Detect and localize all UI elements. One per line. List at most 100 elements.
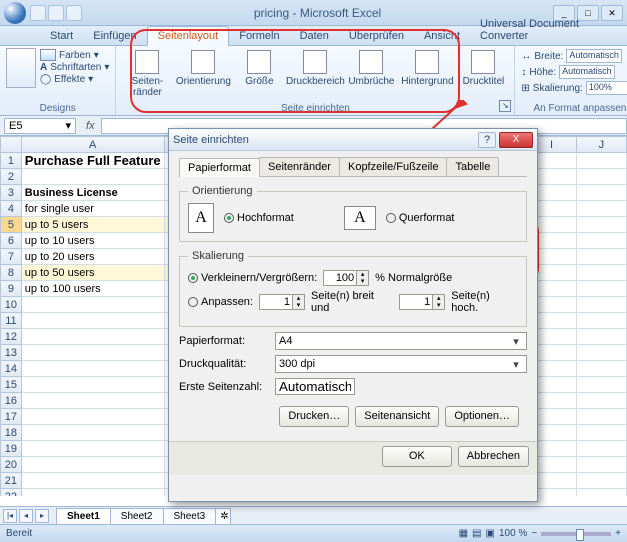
- tab-einfuegen[interactable]: Einfügen: [83, 27, 146, 45]
- row-header[interactable]: 8: [1, 265, 22, 281]
- cell[interactable]: [576, 201, 626, 217]
- tab-ansicht[interactable]: Ansicht: [414, 27, 470, 45]
- tab-seitenlayout[interactable]: Seitenlayout: [147, 26, 230, 46]
- cell[interactable]: [21, 393, 164, 409]
- orientation-button[interactable]: Orientierung: [178, 50, 228, 98]
- width-select[interactable]: Automatisch: [566, 49, 622, 63]
- cell[interactable]: [576, 441, 626, 457]
- view-normal-icon[interactable]: ▦: [459, 528, 468, 539]
- ok-button[interactable]: OK: [382, 446, 452, 467]
- sheet-tab-2[interactable]: Sheet2: [110, 508, 164, 524]
- cell[interactable]: Business License: [21, 185, 164, 201]
- qat-undo-icon[interactable]: [48, 5, 64, 21]
- cancel-button[interactable]: Abbrechen: [458, 446, 529, 467]
- cell[interactable]: up to 10 users: [21, 233, 164, 249]
- chevron-down-icon[interactable]: ▾: [65, 119, 71, 132]
- cell[interactable]: [21, 473, 164, 489]
- name-box[interactable]: E5▾: [4, 118, 76, 134]
- options-button[interactable]: Optionen…: [445, 406, 519, 427]
- zoom-in-button[interactable]: +: [615, 528, 621, 539]
- fx-icon[interactable]: fx: [86, 120, 95, 132]
- tab-nav-prev[interactable]: ◂: [19, 509, 33, 523]
- tab-formeln[interactable]: Formeln: [229, 27, 289, 45]
- cell[interactable]: [576, 313, 626, 329]
- dpi-select[interactable]: 300 dpi▾: [275, 355, 527, 373]
- cell[interactable]: up to 50 users: [21, 265, 164, 281]
- paper-select[interactable]: A4▾: [275, 332, 527, 350]
- fit-width-spin[interactable]: ▴▾: [259, 294, 305, 310]
- qat-save-icon[interactable]: [30, 5, 46, 21]
- tab-nav-next[interactable]: ▸: [35, 509, 49, 523]
- cell[interactable]: [576, 169, 626, 185]
- adjust-to-radio[interactable]: Verkleinern/Vergrößern:: [188, 272, 317, 284]
- fit-height-spin[interactable]: ▴▾: [399, 294, 445, 310]
- print-titles-button[interactable]: Drucktitel: [458, 50, 508, 98]
- col-header[interactable]: A: [21, 137, 164, 153]
- cell[interactable]: [576, 393, 626, 409]
- cell[interactable]: [576, 297, 626, 313]
- cell[interactable]: Purchase Full Feature: [21, 153, 164, 169]
- cell[interactable]: [576, 409, 626, 425]
- tab-start[interactable]: Start: [40, 27, 83, 45]
- fit-to-radio[interactable]: Anpassen:: [188, 296, 253, 308]
- tab-daten[interactable]: Daten: [290, 27, 339, 45]
- sheet-tab-1[interactable]: Sheet1: [56, 508, 111, 524]
- row-header[interactable]: 5: [1, 217, 22, 233]
- cell[interactable]: [21, 377, 164, 393]
- view-layout-icon[interactable]: ▤: [472, 528, 481, 539]
- row-header[interactable]: 15: [1, 377, 22, 393]
- cell[interactable]: [21, 457, 164, 473]
- fit-height-input[interactable]: [399, 294, 433, 310]
- row-header[interactable]: 1: [1, 153, 22, 169]
- zoom-spin[interactable]: ▴▾: [323, 270, 369, 286]
- cell[interactable]: up to 20 users: [21, 249, 164, 265]
- print-area-button[interactable]: Druckbereich: [290, 50, 340, 98]
- cell[interactable]: [21, 297, 164, 313]
- cell[interactable]: [576, 249, 626, 265]
- cell[interactable]: [576, 345, 626, 361]
- cell[interactable]: [21, 329, 164, 345]
- row-header[interactable]: 7: [1, 249, 22, 265]
- row-header[interactable]: 9: [1, 281, 22, 297]
- themes-button[interactable]: [6, 48, 36, 88]
- dlg-tab-kopfzeile[interactable]: Kopfzeile/Fußzeile: [339, 157, 448, 176]
- preview-button[interactable]: Seitenansicht: [355, 406, 439, 427]
- zoom-input[interactable]: [323, 270, 357, 286]
- office-orb[interactable]: [4, 2, 26, 24]
- dialog-close-button[interactable]: X: [499, 132, 533, 148]
- landscape-radio[interactable]: Querformat: [386, 212, 455, 224]
- row-header[interactable]: 17: [1, 409, 22, 425]
- cell[interactable]: [576, 473, 626, 489]
- sheet-tab-3[interactable]: Sheet3: [163, 508, 217, 524]
- print-button[interactable]: Drucken…: [279, 406, 349, 427]
- cell[interactable]: [576, 281, 626, 297]
- dialog-help-button[interactable]: ?: [478, 132, 496, 148]
- cell[interactable]: [21, 489, 164, 497]
- row-header[interactable]: 20: [1, 457, 22, 473]
- col-header[interactable]: J: [576, 137, 626, 153]
- breaks-button[interactable]: Umbrüche: [346, 50, 396, 98]
- dlg-tab-papierformat[interactable]: Papierformat: [179, 158, 260, 177]
- row-header[interactable]: 12: [1, 329, 22, 345]
- height-select[interactable]: Automatisch: [559, 65, 615, 79]
- row-header[interactable]: 4: [1, 201, 22, 217]
- row-header[interactable]: 16: [1, 393, 22, 409]
- cell[interactable]: for single user: [21, 201, 164, 217]
- cell[interactable]: [21, 441, 164, 457]
- effects-menu[interactable]: ◯Effekte ▾: [40, 74, 109, 85]
- fonts-menu[interactable]: ASchriftarten ▾: [40, 62, 109, 73]
- view-break-icon[interactable]: ▣: [486, 528, 495, 539]
- cell[interactable]: up to 100 users: [21, 281, 164, 297]
- cell[interactable]: [576, 361, 626, 377]
- page-setup-launcher[interactable]: ↘: [499, 100, 511, 112]
- row-header[interactable]: 6: [1, 233, 22, 249]
- portrait-radio[interactable]: Hochformat: [224, 212, 294, 224]
- new-sheet-button[interactable]: ✲: [215, 508, 231, 524]
- zoom-slider[interactable]: [541, 532, 611, 536]
- cell[interactable]: [21, 313, 164, 329]
- cell[interactable]: [576, 377, 626, 393]
- row-header[interactable]: 13: [1, 345, 22, 361]
- dialog-titlebar[interactable]: Seite einrichten ? X: [169, 129, 537, 151]
- cell[interactable]: [576, 265, 626, 281]
- colors-menu[interactable]: Farben ▾: [40, 49, 109, 61]
